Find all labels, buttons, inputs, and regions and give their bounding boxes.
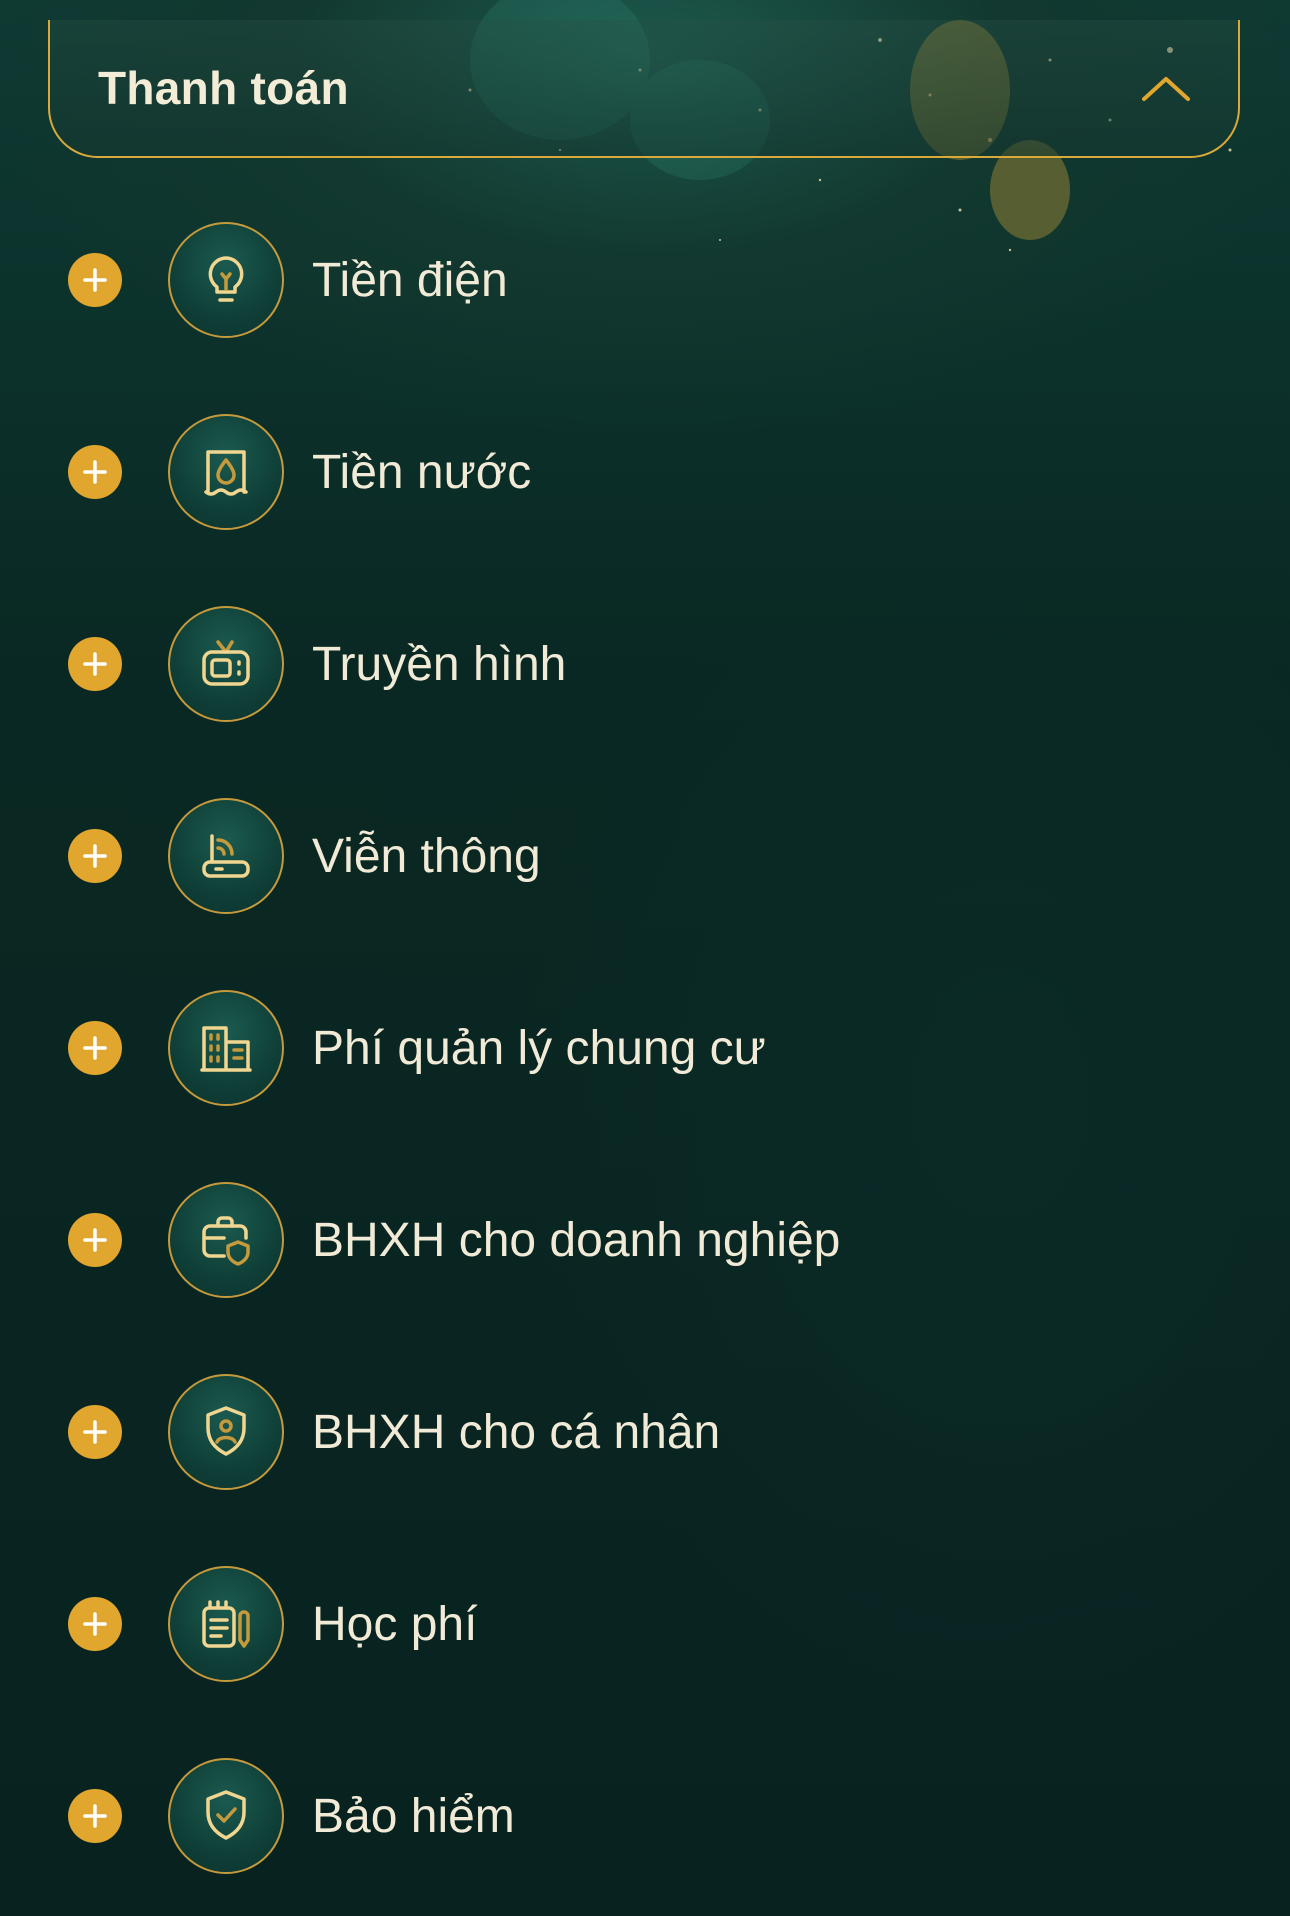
item-label: Truyền hình bbox=[312, 637, 567, 691]
item-label: Viễn thông bbox=[312, 829, 541, 883]
add-icon[interactable] bbox=[68, 1597, 122, 1651]
add-icon[interactable] bbox=[68, 1789, 122, 1843]
person-shield-icon bbox=[168, 1374, 284, 1490]
lightbulb-icon bbox=[168, 222, 284, 338]
notebook-pencil-icon bbox=[168, 1566, 284, 1682]
list-item-vien-thong[interactable]: Viễn thông bbox=[0, 786, 1290, 926]
item-label: BHXH cho cá nhân bbox=[312, 1405, 721, 1459]
add-icon[interactable] bbox=[68, 829, 122, 883]
list-item-tien-dien[interactable]: Tiền điện bbox=[0, 210, 1290, 350]
item-label: Học phí bbox=[312, 1597, 478, 1651]
list-item-hoc-phi[interactable]: Học phí bbox=[0, 1554, 1290, 1694]
briefcase-shield-icon bbox=[168, 1182, 284, 1298]
shield-check-icon bbox=[168, 1758, 284, 1874]
list-item-truyen-hinh[interactable]: Truyền hình bbox=[0, 594, 1290, 734]
list-item-bhxh-ca-nhan[interactable]: BHXH cho cá nhân bbox=[0, 1362, 1290, 1502]
list-item-bhxh-doanh-nghiep[interactable]: BHXH cho doanh nghiệp bbox=[0, 1170, 1290, 1310]
router-icon bbox=[168, 798, 284, 914]
item-label: Phí quản lý chung cư bbox=[312, 1021, 766, 1075]
item-label: Tiền nước bbox=[312, 445, 532, 499]
list-item-tien-nuoc[interactable]: Tiền nước bbox=[0, 402, 1290, 542]
add-icon[interactable] bbox=[68, 1021, 122, 1075]
add-icon[interactable] bbox=[68, 445, 122, 499]
building-icon bbox=[168, 990, 284, 1106]
tv-icon bbox=[168, 606, 284, 722]
section-title: Thanh toán bbox=[98, 62, 349, 114]
chevron-up-icon[interactable] bbox=[1138, 70, 1194, 106]
add-icon[interactable] bbox=[68, 637, 122, 691]
add-icon[interactable] bbox=[68, 253, 122, 307]
add-icon[interactable] bbox=[68, 1213, 122, 1267]
item-label: Tiền điện bbox=[312, 253, 508, 307]
water-drop-icon bbox=[168, 414, 284, 530]
add-icon[interactable] bbox=[68, 1405, 122, 1459]
item-label: Bảo hiểm bbox=[312, 1789, 515, 1843]
item-label: BHXH cho doanh nghiệp bbox=[312, 1213, 841, 1267]
list-item-bao-hiem[interactable]: Bảo hiểm bbox=[0, 1746, 1290, 1886]
payment-section-header[interactable]: Thanh toán bbox=[48, 20, 1240, 158]
list-item-phi-quan-ly[interactable]: Phí quản lý chung cư bbox=[0, 978, 1290, 1118]
